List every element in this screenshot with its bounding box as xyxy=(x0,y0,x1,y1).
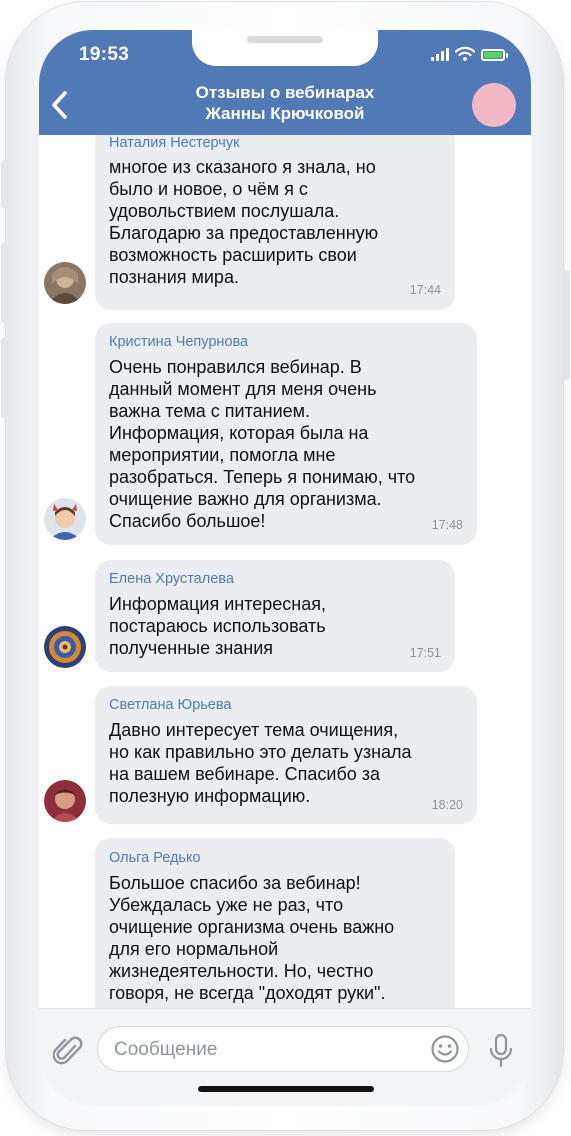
screen: 19:53 Отзывы о вебинарах Жанны Крючковой xyxy=(39,30,531,1106)
attach-icon[interactable] xyxy=(53,1033,83,1067)
message-text: многое из сказаного я знала, но было и н… xyxy=(109,157,379,287)
side-button-silent xyxy=(1,160,8,208)
message-time: 18:20 xyxy=(431,798,463,812)
message-list[interactable]: Наталия Нестерчук многое из сказаного я … xyxy=(39,135,531,1008)
chat-title: Отзывы о вебинарах Жанны Крючковой xyxy=(119,82,451,124)
message-time: 17:44 xyxy=(409,283,441,297)
back-arrow-icon[interactable] xyxy=(49,90,71,120)
signal-icon xyxy=(431,47,449,61)
message-text: Давно интересует тема очищения, но как п… xyxy=(109,720,412,806)
message-bubble[interactable]: Кристина Чепурнова Очень понравился веби… xyxy=(95,323,477,545)
status-icons xyxy=(431,46,508,61)
speaker xyxy=(247,36,323,43)
status-time: 19:53 xyxy=(79,44,130,65)
chat-title-line1: Отзывы о вебинарах xyxy=(195,83,375,102)
message-text: Очень понравился вебинар. В данный момен… xyxy=(109,357,416,531)
message-author[interactable]: Кристина Чепурнова xyxy=(109,334,248,350)
battery-icon xyxy=(481,49,508,61)
home-indicator[interactable] xyxy=(198,1086,374,1092)
wifi-icon xyxy=(455,46,475,61)
side-button-power xyxy=(563,270,570,380)
microphone-icon[interactable] xyxy=(486,1033,516,1069)
message-bubble[interactable]: Ольга Редько Большое спасибо за вебинар!… xyxy=(95,838,455,1008)
message-time: 17:48 xyxy=(431,518,463,532)
side-button-volume-up xyxy=(1,243,8,323)
message-text: Информация интересная, постараюсь исполь… xyxy=(109,594,326,658)
chat-header: 19:53 Отзывы о вебинарах Жанны Крючковой xyxy=(39,30,531,135)
message-author[interactable]: Светлана Юрьева xyxy=(109,697,231,713)
message-author[interactable]: Наталия Нестерчук xyxy=(109,135,239,151)
message-author[interactable]: Ольга Редько xyxy=(109,850,201,866)
avatar[interactable] xyxy=(44,498,86,540)
message-bubble[interactable]: Елена Хрусталева Информация интересная, … xyxy=(95,560,455,672)
message-bubble[interactable]: Наталия Нестерчук многое из сказаного я … xyxy=(95,135,455,310)
message-input[interactable]: Сообщение xyxy=(97,1026,469,1072)
message-bubble[interactable]: Светлана Юрьева Давно интересует тема оч… xyxy=(95,686,477,824)
avatar[interactable] xyxy=(44,262,86,304)
notch xyxy=(192,30,378,66)
message-author[interactable]: Елена Хрусталева xyxy=(109,571,234,587)
chat-avatar[interactable] xyxy=(472,83,516,127)
message-text: Большое спасибо за вебинар! Убеждалась у… xyxy=(109,873,395,1003)
chat-title-line2: Жанны Крючковой xyxy=(205,104,365,123)
message-time: 17:51 xyxy=(409,646,441,660)
composer-bar: Сообщение xyxy=(39,1008,531,1106)
emoji-icon[interactable] xyxy=(430,1034,460,1064)
message-input-placeholder: Сообщение xyxy=(114,1039,218,1060)
avatar[interactable] xyxy=(44,780,86,822)
avatar[interactable] xyxy=(44,626,86,668)
side-button-volume-down xyxy=(1,338,8,418)
